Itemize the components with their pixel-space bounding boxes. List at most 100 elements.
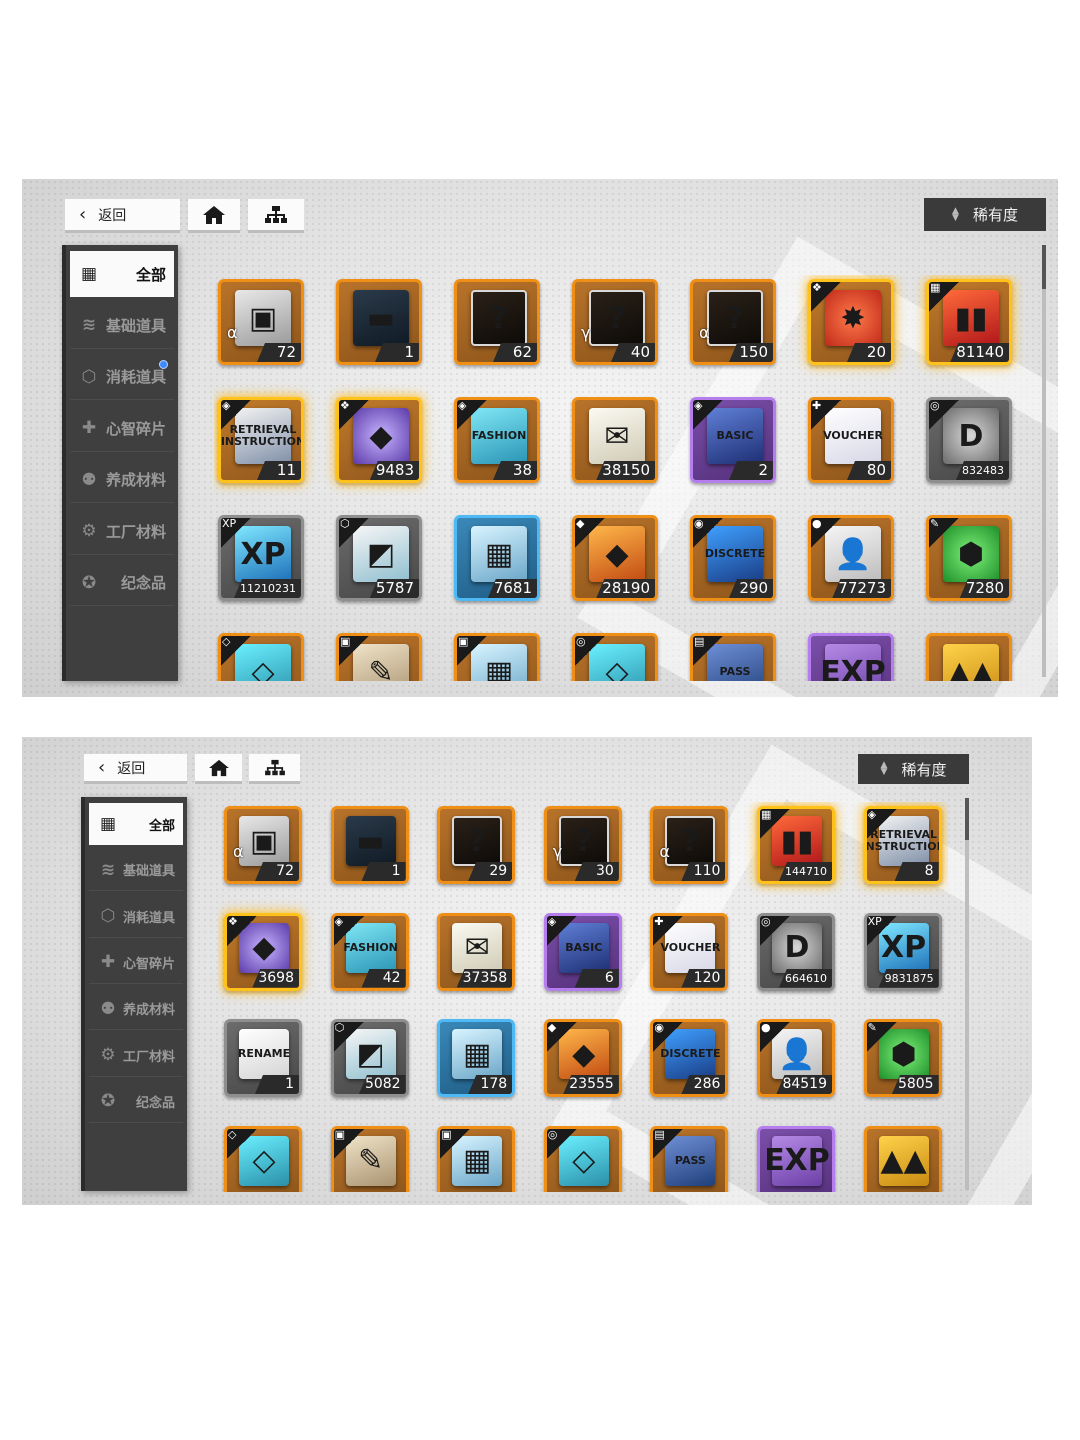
- inventory-item[interactable]: FASHION ◈ 42: [330, 912, 409, 991]
- sort-rarity-button[interactable]: ▲ ▼ 稀有度: [858, 754, 969, 784]
- user-upgrade-icon: ⚉: [100, 998, 116, 1019]
- item-type-corner: ▤: [653, 1128, 686, 1161]
- inventory-item[interactable]: BASIC ◈ 2: [690, 397, 776, 483]
- inventory-item[interactable]: EXP: [757, 1125, 835, 1192]
- inventory-item[interactable]: ▮▮ ▦ 144710: [757, 806, 835, 884]
- inventory-item[interactable]: ▲▲: [926, 633, 1012, 681]
- sidebar-item-6[interactable]: ✪ 纪念品: [89, 1081, 183, 1123]
- item-tier-badge: α: [233, 842, 244, 861]
- inventory-item[interactable]: ◇ ◎: [543, 1125, 622, 1192]
- item-type-corner: XP: [866, 915, 899, 948]
- sidebar-item-0[interactable]: ▦ 全部: [89, 803, 183, 845]
- sidebar-item-3[interactable]: ✚ 心智碎片: [89, 942, 183, 984]
- sidebar-item-3[interactable]: ✚ 心智碎片: [70, 406, 174, 452]
- inventory-item[interactable]: VOUCHER ✚ 120: [650, 912, 729, 991]
- gear-icon: ⚙: [81, 521, 97, 541]
- inventory-item[interactable]: RETRIEVAL INSTRUCTION ◈ 8: [863, 806, 942, 884]
- item-type-icon: ●: [761, 1021, 771, 1034]
- item-count: 664610: [779, 968, 832, 988]
- inventory-item[interactable]: D ◎ 832483: [926, 397, 1012, 483]
- sidebar-item-1[interactable]: ≋ 基础道具: [89, 849, 183, 892]
- sidebar-item-5[interactable]: ⚙ 工厂材料: [89, 1035, 183, 1077]
- inventory-item[interactable]: D ◎ 664610: [757, 912, 835, 991]
- inventory-item[interactable]: ✉ 38150: [572, 397, 658, 483]
- item-type-corner: ◈: [333, 915, 366, 948]
- inventory-item[interactable]: ✎ ▣: [330, 1125, 409, 1192]
- scrollbar-thumb[interactable]: [1042, 245, 1046, 289]
- inventory-item[interactable]: ▦ 178: [437, 1019, 516, 1097]
- sidebar-item-0[interactable]: ▦ 全部: [70, 251, 174, 297]
- inventory-item[interactable]: ◆ ◆ 23555: [543, 1019, 622, 1097]
- sidebar-item-4[interactable]: ⚉ 养成材料: [70, 457, 174, 503]
- back-button[interactable]: ‹ 返回: [65, 199, 180, 233]
- inventory-item[interactable]: VOUCHER ✚ 80: [808, 397, 894, 483]
- inventory-item[interactable]: ◩ ⬡ 5787: [336, 515, 422, 601]
- inventory-item[interactable]: 👤 ● 84519: [757, 1019, 835, 1097]
- inventory-item[interactable]: ? 62: [454, 279, 540, 365]
- inventory-item[interactable]: ? α 150: [690, 279, 776, 365]
- item-type-corner: ▤: [693, 636, 725, 668]
- inventory-item[interactable]: ◆ ◆ 28190: [572, 515, 658, 601]
- hierarchy-button[interactable]: [249, 754, 300, 784]
- sidebar-item-5[interactable]: ⚙ 工厂材料: [70, 509, 174, 555]
- inventory-item[interactable]: ▣ α 72: [224, 806, 302, 884]
- inventory-item[interactable]: ▦ ▣: [437, 1125, 516, 1192]
- inventory-item[interactable]: 👤 ● 77273: [808, 515, 894, 601]
- inventory-item[interactable]: ▲▲: [863, 1125, 942, 1192]
- inventory-item[interactable]: ? 29: [437, 806, 516, 884]
- inventory-item[interactable]: ◇ ◎: [572, 633, 658, 681]
- item-type-corner: XP: [221, 518, 253, 550]
- home-button[interactable]: [195, 754, 242, 784]
- inventory-item[interactable]: RENAME 1: [224, 1019, 302, 1097]
- inventory-item[interactable]: DISCRETE ◉ 290: [690, 515, 776, 601]
- inventory-item[interactable]: ▬ 1: [336, 279, 422, 365]
- inventory-item[interactable]: ⬢ ✎ 7280: [926, 515, 1012, 601]
- inventory-item[interactable]: ? γ 40: [572, 279, 658, 365]
- inventory-item[interactable]: ◇ ◇: [218, 633, 304, 681]
- sidebar-item-2[interactable]: ⬡ 消耗道具: [70, 354, 174, 400]
- inventory-item[interactable]: ◆ ❖ 9483: [336, 397, 422, 483]
- item-type-icon: ▦: [761, 808, 772, 821]
- sidebar-item-1[interactable]: ≋ 基础道具: [70, 303, 174, 349]
- inventory-item[interactable]: PASS ▤: [690, 633, 776, 681]
- inventory-item[interactable]: ? α 110: [650, 806, 729, 884]
- inventory-item[interactable]: XP XP 9831875: [863, 912, 942, 991]
- inventory-item[interactable]: ? γ 30: [543, 806, 622, 884]
- box-icon: ⬡: [81, 366, 97, 387]
- inventory-item[interactable]: ◩ ⬡ 5082: [330, 1019, 409, 1097]
- scrollbar-thumb[interactable]: [965, 798, 969, 840]
- inventory-item[interactable]: RETRIEVAL INSTRUCTION ◈ 11: [218, 397, 304, 483]
- hierarchy-button[interactable]: [248, 199, 304, 233]
- inventory-item[interactable]: XP XP 11210231: [218, 515, 304, 601]
- inventory-item[interactable]: ▦ ▣: [454, 633, 540, 681]
- item-type-corner: ▣: [333, 1128, 366, 1161]
- sidebar-item-2[interactable]: ⬡ 消耗道具: [89, 896, 183, 938]
- inventory-item[interactable]: BASIC ◈ 6: [543, 912, 622, 991]
- inventory-item[interactable]: ✎ ▣: [336, 633, 422, 681]
- item-type-icon: ⬡: [340, 517, 350, 530]
- inventory-item[interactable]: ✉ 37358: [437, 912, 516, 991]
- sidebar-item-6[interactable]: ✪ 纪念品: [70, 560, 174, 606]
- scrollbar[interactable]: [1042, 245, 1046, 677]
- inventory-item[interactable]: ⬢ ✎ 5805: [863, 1019, 942, 1097]
- inventory-item[interactable]: ✸ ❖ 20: [808, 279, 894, 365]
- inventory-item[interactable]: ▣ α 72: [218, 279, 304, 365]
- inventory-item[interactable]: DISCRETE ◉ 286: [650, 1019, 729, 1097]
- inventory-item[interactable]: EXP: [808, 633, 894, 681]
- item-type-corner: ⬡: [333, 1022, 366, 1054]
- item-type-corner: ◎: [760, 915, 792, 948]
- sidebar-item-4[interactable]: ⚉ 养成材料: [89, 988, 183, 1031]
- inventory-item[interactable]: ◇ ◇: [224, 1125, 302, 1192]
- home-button[interactable]: [188, 199, 240, 233]
- sort-rarity-button[interactable]: ▲ ▼ 稀有度: [924, 198, 1046, 231]
- back-button[interactable]: ‹ 返回: [84, 754, 187, 784]
- inventory-item[interactable]: FASHION ◈ 38: [454, 397, 540, 483]
- inventory-item[interactable]: ▮▮ ▦ 81140: [926, 279, 1012, 365]
- item-type-corner: ◈: [221, 400, 253, 432]
- item-type-icon: ◈: [458, 399, 467, 412]
- inventory-item[interactable]: ▬ 1: [330, 806, 409, 884]
- inventory-item[interactable]: PASS ▤: [650, 1125, 729, 1192]
- scrollbar[interactable]: [965, 798, 969, 1190]
- inventory-item[interactable]: ▦ 7681: [454, 515, 540, 601]
- inventory-item[interactable]: ◆ ❖ 3698: [224, 912, 302, 991]
